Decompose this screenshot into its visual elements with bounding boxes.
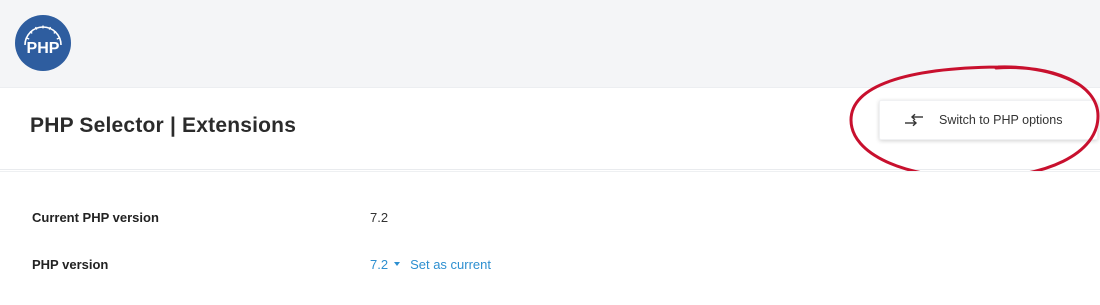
- php-version-dropdown[interactable]: 7.2: [370, 257, 410, 272]
- top-banner: PHP: [0, 0, 1100, 88]
- switch-to-php-options-button[interactable]: Switch to PHP options: [879, 100, 1098, 140]
- set-as-current-link[interactable]: Set as current: [410, 257, 491, 272]
- php-logo-text: PHP: [27, 40, 60, 57]
- php-selector-page: PHP PHP Selector | Extensions Switch to …: [0, 0, 1100, 305]
- page-title: PHP Selector | Extensions: [30, 114, 297, 137]
- current-version-label: Current PHP version: [32, 209, 159, 225]
- php-logo: PHP: [15, 15, 71, 71]
- details-panel: Current PHP version 7.2 PHP version 7.2 …: [0, 171, 1100, 305]
- current-version-value: 7.2: [370, 209, 389, 225]
- current-version-row: Current PHP version 7.2: [32, 207, 1072, 227]
- switch-arrows-icon: [905, 113, 923, 127]
- switch-button-label: Switch to PHP options: [939, 113, 1063, 127]
- php-version-selected: 7.2: [370, 256, 389, 272]
- php-version-row: PHP version 7.2 Set as current: [32, 254, 1072, 274]
- php-version-label: PHP version: [32, 256, 109, 272]
- caret-down-icon: [394, 262, 401, 266]
